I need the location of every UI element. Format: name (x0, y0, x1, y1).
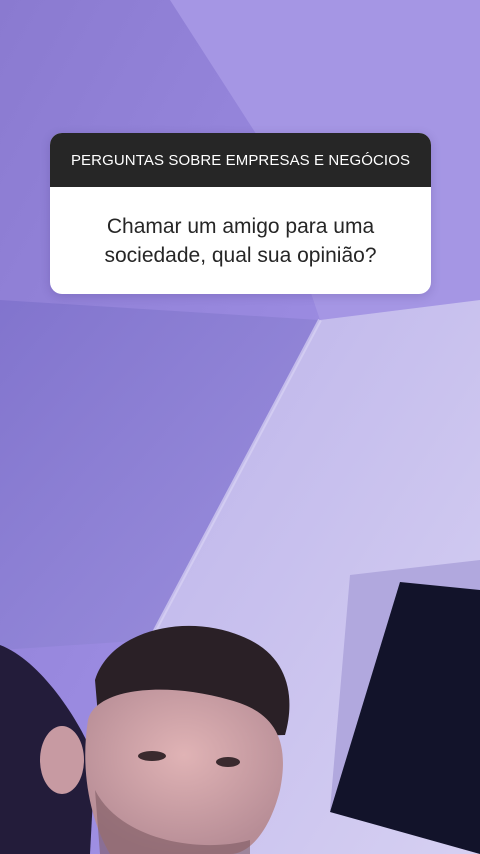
question-sticker-body: Chamar um amigo para uma sociedade, qual… (50, 187, 431, 294)
question-text: Chamar um amigo para uma sociedade, qual… (104, 214, 377, 267)
story-frame: PERGUNTAS SOBRE EMPRESAS E NEGÓCIOS Cham… (0, 0, 480, 854)
question-sticker-header: PERGUNTAS SOBRE EMPRESAS E NEGÓCIOS (50, 133, 431, 187)
background-photo (0, 0, 480, 854)
question-sticker[interactable]: PERGUNTAS SOBRE EMPRESAS E NEGÓCIOS Cham… (50, 133, 431, 294)
